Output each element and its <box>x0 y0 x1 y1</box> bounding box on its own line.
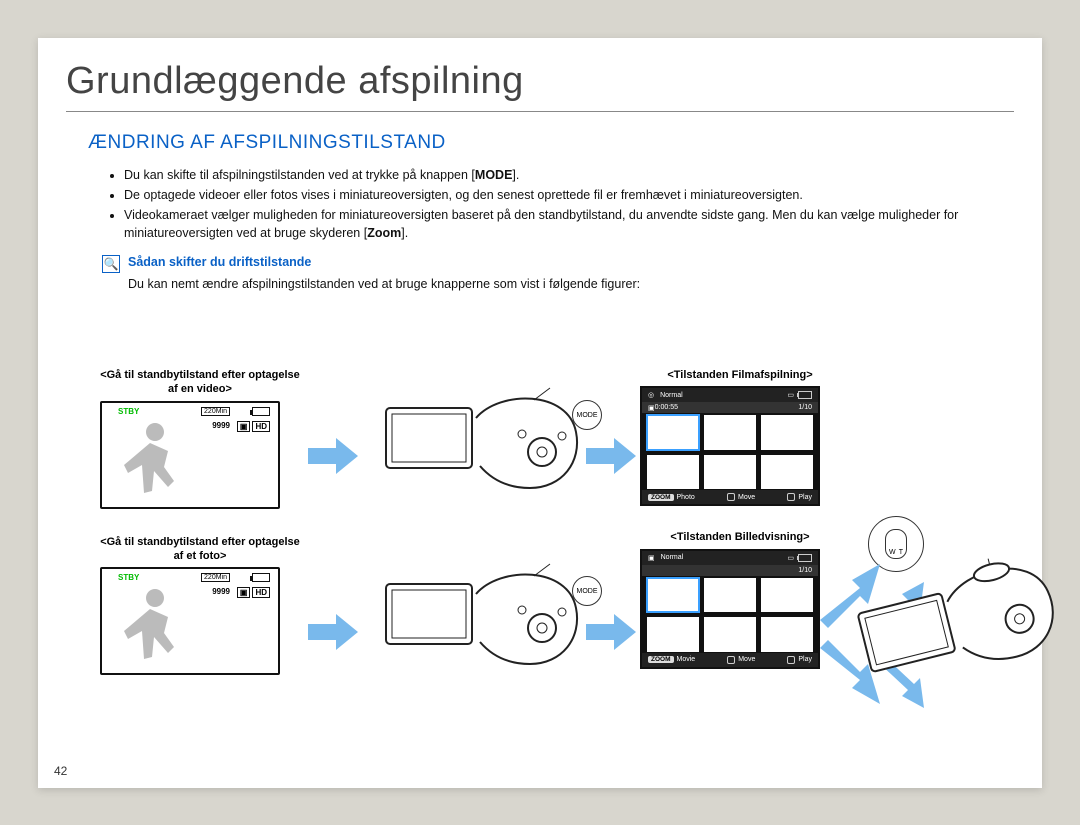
thumbnail <box>703 577 757 614</box>
note-title: Sådan skifter du driftstilstande <box>128 255 311 269</box>
play-icon <box>787 493 795 501</box>
index-label: 1/10 <box>798 567 812 574</box>
thumbnail-grid <box>646 577 814 653</box>
mode-keyword: MODE <box>475 168 513 182</box>
thumbnail <box>703 414 757 451</box>
play-icon <box>787 656 795 664</box>
move-icon <box>727 493 735 501</box>
zoom-keyword: Zoom <box>367 226 401 240</box>
stby-label: STBY <box>118 573 139 582</box>
magnifier-icon: 🔍 <box>102 255 120 273</box>
battery-icon <box>252 407 270 416</box>
page-number: 42 <box>54 764 67 778</box>
lcd-film-playback: ◎ Normal ▭ ▣ 0:00:55 1/10 <box>640 386 820 506</box>
bullet-list: Du kan skifte til afspilningstilstanden … <box>124 166 1014 243</box>
thumbnail <box>760 414 814 451</box>
time-label: 0:00:55 <box>655 404 678 411</box>
manual-page: Grundlæggende afspilning ÆNDRING AF AFSP… <box>38 38 1042 788</box>
botbar: ZOOMPhoto Move Play <box>642 490 818 504</box>
arrow-right-icon <box>306 434 362 478</box>
bullet-item: De optagede videoer eller fotos vises i … <box>124 186 1014 204</box>
count-label: 9999 <box>212 587 230 596</box>
thumbnail <box>646 577 700 614</box>
note-row: 🔍 Sådan skifter du driftstilstande <box>102 255 1014 273</box>
thumbnail <box>646 616 700 653</box>
thumbnail <box>703 616 757 653</box>
subbar: ▣ 0:00:55 1/10 <box>642 402 818 413</box>
text: ]. <box>401 226 408 240</box>
move-label: Move <box>738 494 755 501</box>
skater-silhouette-icon <box>120 587 190 667</box>
minutes-label: 220Min <box>201 407 230 416</box>
text: Du kan skifte til afspilningstilstanden … <box>124 168 475 182</box>
note-body: Du kan nemt ændre afspilningstilstanden … <box>128 277 1014 291</box>
play-label: Play <box>798 656 812 663</box>
zoom-pill: ZOOM <box>648 656 674 663</box>
bullet-item: Videokameraet vælger muligheden for mini… <box>124 206 1014 242</box>
zoom-pill: ZOOM <box>648 494 674 501</box>
lcd-image-playback: ▣ Normal ▭ 1/10 ZOOMMovie Move <box>640 549 820 669</box>
move-icon <box>727 656 735 664</box>
thumbnail <box>760 454 814 491</box>
camcorder-illustration <box>380 562 580 682</box>
card-icon: ▭ <box>787 554 794 562</box>
thumbnail <box>760 577 814 614</box>
text: Videokameraet vælger muligheden for mini… <box>124 208 958 240</box>
zoom-w-label: W <box>889 549 896 556</box>
caption-standby-video: <Gå til standbytilstand efter optagelse … <box>100 368 300 397</box>
bullet-item: Du kan skifte til afspilningstilstanden … <box>124 166 1014 184</box>
minutes-label: 220Min <box>201 573 230 582</box>
caption-image: <Tilstanden Billedvisning> <box>640 530 840 544</box>
arrow-right-icon <box>584 434 640 478</box>
page-title: Grundlæggende afspilning <box>66 60 1014 112</box>
camcorder-illustration <box>380 386 580 506</box>
mode-icon: ◎ <box>648 391 654 399</box>
topbar: ▣ Normal ▭ <box>642 551 818 565</box>
thumbnail <box>703 454 757 491</box>
clip-icon: ▣ <box>648 404 655 412</box>
normal-label: Normal <box>660 392 683 399</box>
topbar: ◎ Normal ▭ <box>642 388 818 402</box>
battery-icon <box>252 573 270 582</box>
section-title: ÆNDRING AF AFSPILNINGSTILSTAND <box>88 132 1014 154</box>
count-label: 9999 <box>212 421 230 430</box>
diagram-area: <Gå til standbytilstand efter optagelse … <box>100 368 1040 738</box>
camcorder-column <box>380 368 580 682</box>
stby-label: STBY <box>118 407 139 416</box>
lcd-standby-photo: STBY 220Min 9999 ▣HD <box>100 567 280 675</box>
thumbnail <box>646 454 700 491</box>
subbar: 1/10 <box>642 565 818 576</box>
standby-column: <Gå til standbytilstand efter optagelse … <box>100 368 300 701</box>
playback-column: <Tilstanden Filmafspilning> ◎ Normal ▭ ▣… <box>640 368 840 693</box>
caption-standby-photo: <Gå til standbytilstand efter optagelse … <box>100 535 300 564</box>
play-label: Play <box>798 494 812 501</box>
arrow-right-icon <box>584 610 640 654</box>
skater-silhouette-icon <box>120 421 190 501</box>
thumbnail <box>646 414 700 451</box>
lcd-standby-video: STBY 220Min 9999 ▣HD <box>100 401 280 509</box>
mode-label: MODE <box>577 412 598 419</box>
hd-badges: ▣HD <box>237 587 270 598</box>
text: De optagede videoer eller fotos vises i … <box>124 188 803 202</box>
mode-callout: MODE <box>572 400 602 430</box>
zoom-t-label: T <box>899 549 903 556</box>
movie-label: Movie <box>677 656 696 663</box>
move-label: Move <box>738 656 755 663</box>
mode-icon: ▣ <box>648 554 655 562</box>
thumbnail-grid <box>646 414 814 490</box>
mode-callout: MODE <box>572 576 602 606</box>
arrow-right-icon <box>306 610 362 654</box>
thumbnail <box>760 616 814 653</box>
battery-icon <box>798 391 812 399</box>
botbar: ZOOMMovie Move Play <box>642 653 818 667</box>
caption-film: <Tilstanden Filmafspilning> <box>640 368 840 382</box>
hd-badges: ▣HD <box>237 421 270 432</box>
normal-label: Normal <box>661 554 684 561</box>
card-icon: ▭ <box>787 391 794 399</box>
index-label: 1/10 <box>798 404 812 411</box>
photo-label: Photo <box>677 494 695 501</box>
text: ]. <box>512 168 519 182</box>
battery-icon <box>798 554 812 562</box>
mode-label: MODE <box>577 588 598 595</box>
